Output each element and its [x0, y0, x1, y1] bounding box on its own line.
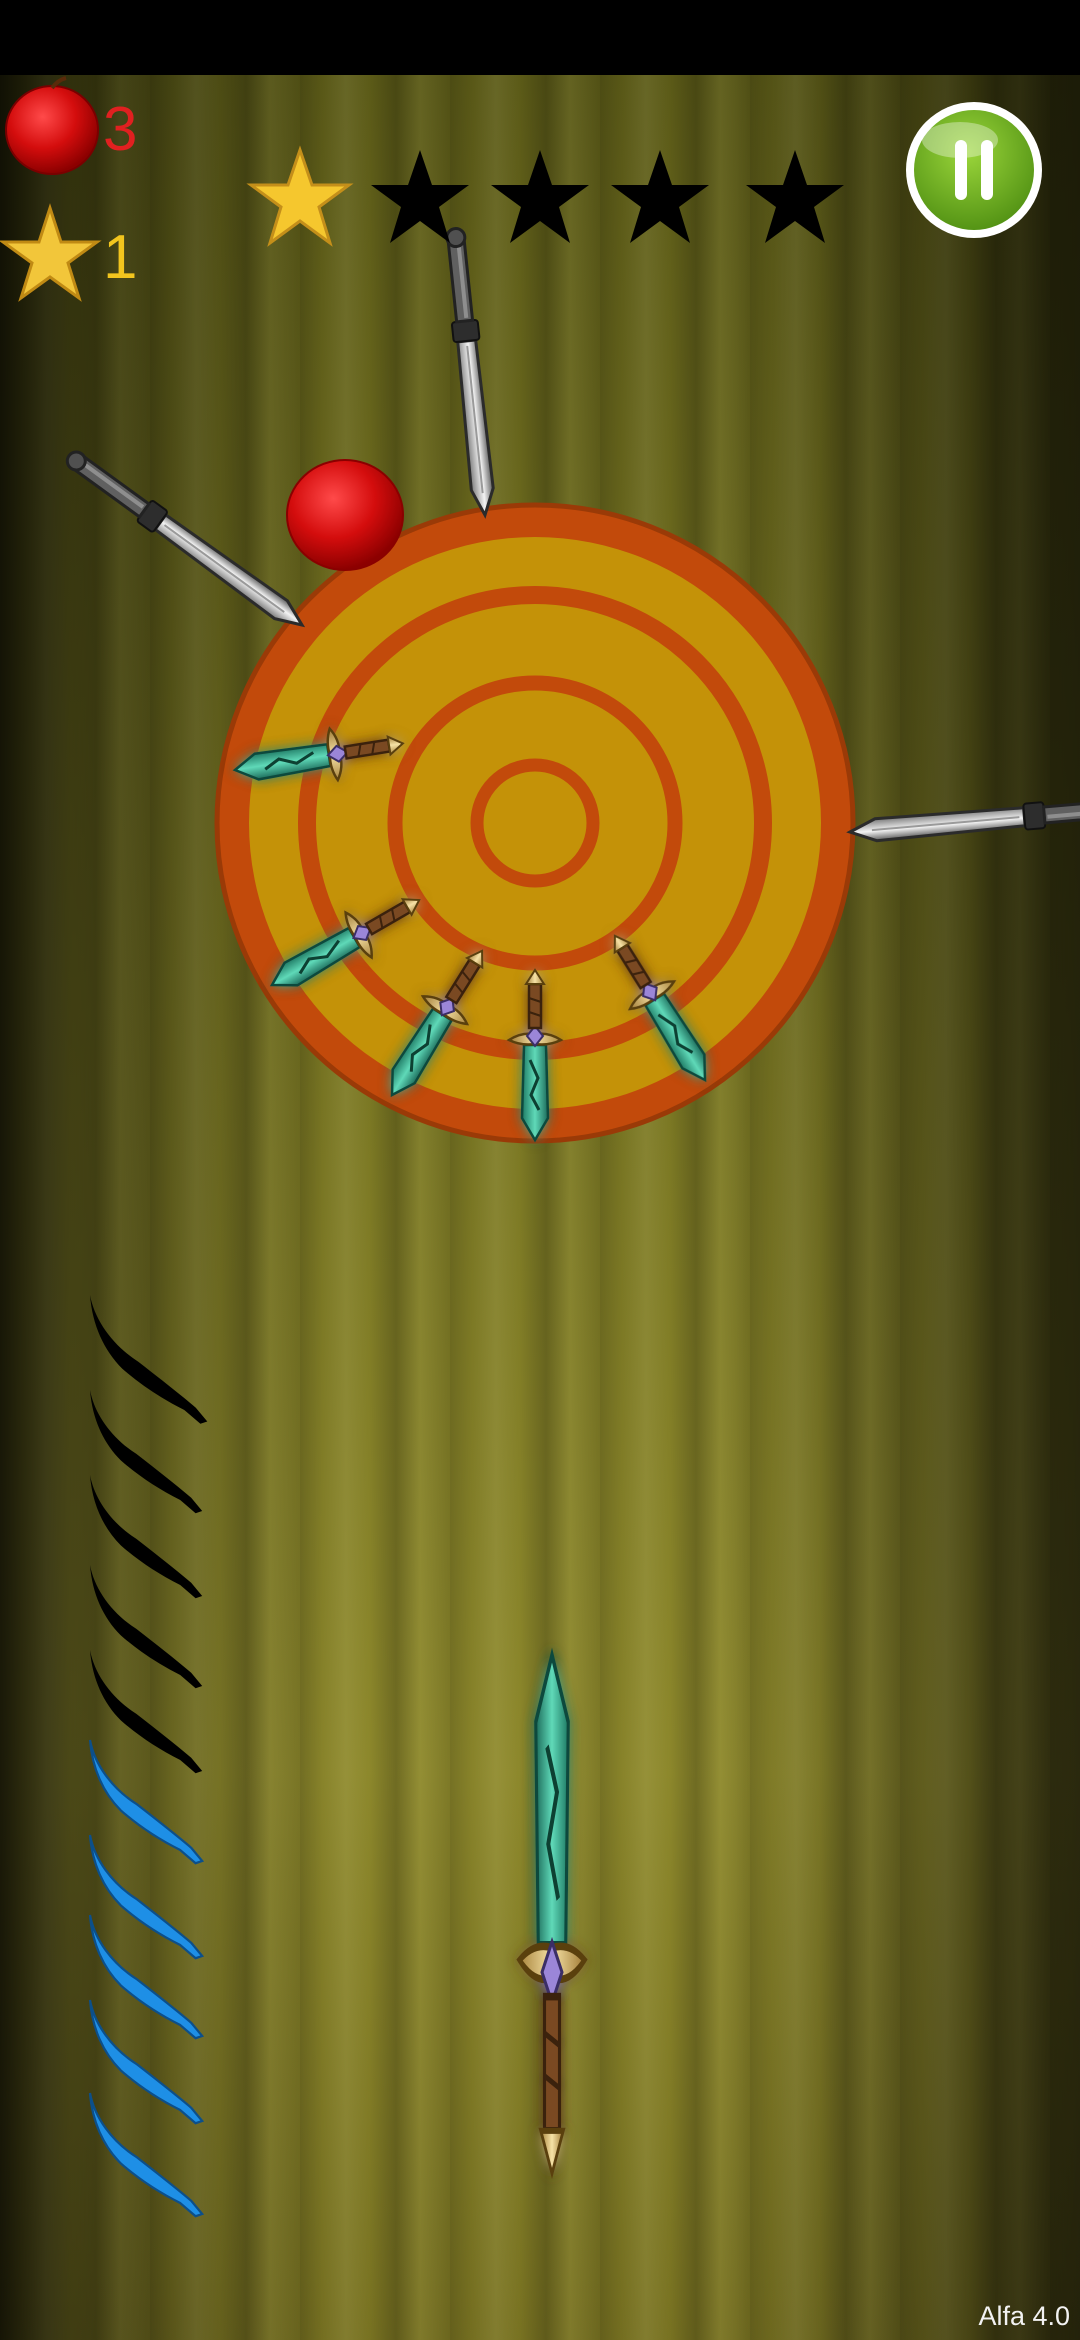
star-count: 1 [103, 223, 138, 292]
pause-button[interactable] [906, 102, 1042, 238]
stuck-steel-knife [440, 225, 500, 518]
game-scene [0, 76, 1080, 2218]
target-apple [286, 459, 404, 571]
used-knife-icon [90, 1295, 208, 1424]
stuck-steel-knife [59, 443, 312, 638]
stage-progress [246, 145, 844, 247]
star-icon [0, 203, 102, 302]
version-label: Alfa 4.0 [978, 2301, 1070, 2331]
remaining-knives [88, 1295, 208, 2218]
stage-star-3 [491, 150, 589, 243]
apple-count: 3 [103, 95, 138, 164]
stage-star-4 [611, 150, 709, 243]
stage-star-5 [746, 150, 844, 243]
game-canvas[interactable]: 3 1 Alfa 4.0 [0, 75, 1080, 2340]
current-knife [520, 1655, 585, 2174]
apple-counter [5, 76, 99, 175]
available-knife-icon [88, 1913, 204, 2040]
star-counter [0, 203, 102, 302]
stuck-steel-knife [847, 792, 1080, 847]
apple-icon [5, 76, 99, 175]
stage-star-1 [246, 145, 354, 247]
status-bar [0, 0, 1080, 75]
